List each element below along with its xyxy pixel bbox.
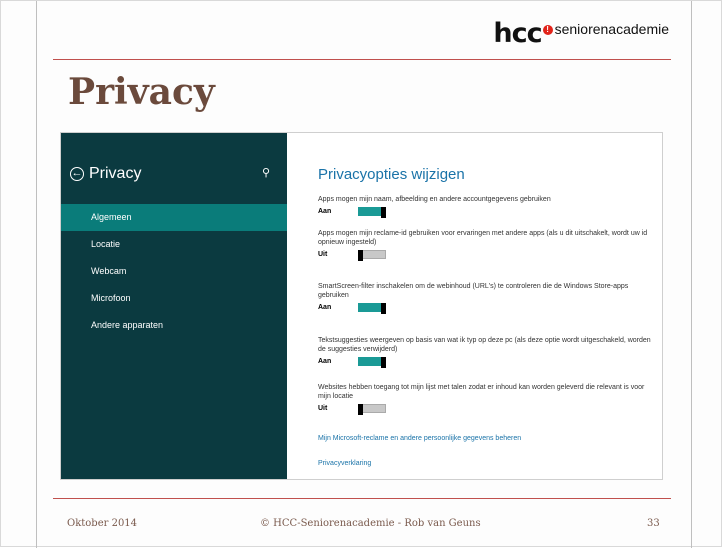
sidebar: ← Privacy ⚲ Algemeen Locatie Webcam Microfo… (61, 133, 287, 479)
sidebar-item-locatie[interactable]: Locatie (61, 231, 287, 258)
back-arrow-icon[interactable]: ← (70, 167, 84, 181)
option-state-row: Uit (318, 250, 658, 261)
content-title: Privacyopties wijzigen (318, 166, 465, 183)
privacy-option: SmartScreen-filter inschakelen om de web… (318, 282, 658, 314)
option-state-label: Uit (318, 251, 328, 258)
settings-window: ← Privacy ⚲ Algemeen Locatie Webcam Microfo… (60, 132, 663, 480)
toggle-knob[interactable] (358, 250, 363, 261)
slide-title: Privacy (68, 71, 215, 113)
footer-credit: © HCC-Seniorenacademie - Rob van Geuns (260, 518, 481, 529)
hcc-logo: hcc ! seniorenacademie (493, 18, 669, 49)
privacy-option: Websites hebben toegang tot mijn lijst m… (318, 383, 658, 415)
option-state-label: Aan (318, 304, 332, 311)
option-state-row: Aan (318, 357, 658, 368)
manage-ads-link[interactable]: Mijn Microsoft-reclame en andere persoon… (318, 435, 521, 442)
footer-date: Oktober 2014 (67, 518, 138, 529)
privacy-statement-link[interactable]: Privacyverklaring (318, 460, 371, 467)
privacy-option: Tekstsuggesties weergeven op basis van w… (318, 336, 658, 368)
sidebar-item-algemeen[interactable]: Algemeen (61, 204, 287, 231)
option-state-row: Aan (318, 207, 658, 218)
option-state-row: Uit (318, 404, 658, 415)
option-description: Websites hebben toegang tot mijn lijst m… (318, 384, 645, 400)
toggle-knob[interactable] (381, 303, 386, 314)
privacy-option: Apps mogen mijn naam, afbeelding en ande… (318, 195, 658, 218)
logo-name: seniorenacademie (554, 21, 669, 37)
sidebar-item-andere-apparaten[interactable]: Andere apparaten (61, 312, 287, 339)
option-toggle[interactable] (358, 250, 386, 261)
bottom-rule (53, 498, 671, 499)
option-description: Tekstsuggesties weergeven op basis van w… (318, 337, 651, 353)
option-toggle[interactable] (358, 357, 386, 368)
search-icon[interactable]: ⚲ (262, 166, 270, 179)
option-state-label: Aan (318, 208, 332, 215)
sidebar-item-webcam[interactable]: Webcam (61, 258, 287, 285)
top-rule (53, 59, 671, 60)
option-toggle[interactable] (358, 207, 386, 218)
option-state-label: Aan (318, 358, 332, 365)
sidebar-header: ← Privacy (70, 165, 141, 183)
slide: hcc ! seniorenacademie Privacy ← Privacy… (0, 0, 722, 548)
option-toggle[interactable] (358, 404, 386, 415)
option-toggle[interactable] (358, 303, 386, 314)
frame-line-right (691, 1, 692, 548)
toggle-knob[interactable] (358, 404, 363, 415)
option-description: SmartScreen-filter inschakelen om de web… (318, 283, 629, 299)
logo-badge-icon: ! (542, 25, 553, 35)
option-description: Apps mogen mijn reclame-id gebruiken voo… (318, 230, 648, 246)
toggle-knob[interactable] (381, 207, 386, 218)
frame-line-left (36, 1, 37, 548)
toggle-knob[interactable] (381, 357, 386, 368)
option-state-row: Aan (318, 303, 658, 314)
sidebar-item-microfoon[interactable]: Microfoon (61, 285, 287, 312)
sidebar-title: Privacy (89, 165, 142, 182)
option-state-label: Uit (318, 405, 328, 412)
option-description: Apps mogen mijn naam, afbeelding en ande… (318, 196, 551, 203)
sidebar-nav: Algemeen Locatie Webcam Microfoon Andere app… (61, 204, 287, 339)
privacy-option: Apps mogen mijn reclame-id gebruiken voo… (318, 229, 658, 261)
page-number: 33 (647, 518, 660, 529)
logo-brand: hcc (493, 18, 542, 49)
